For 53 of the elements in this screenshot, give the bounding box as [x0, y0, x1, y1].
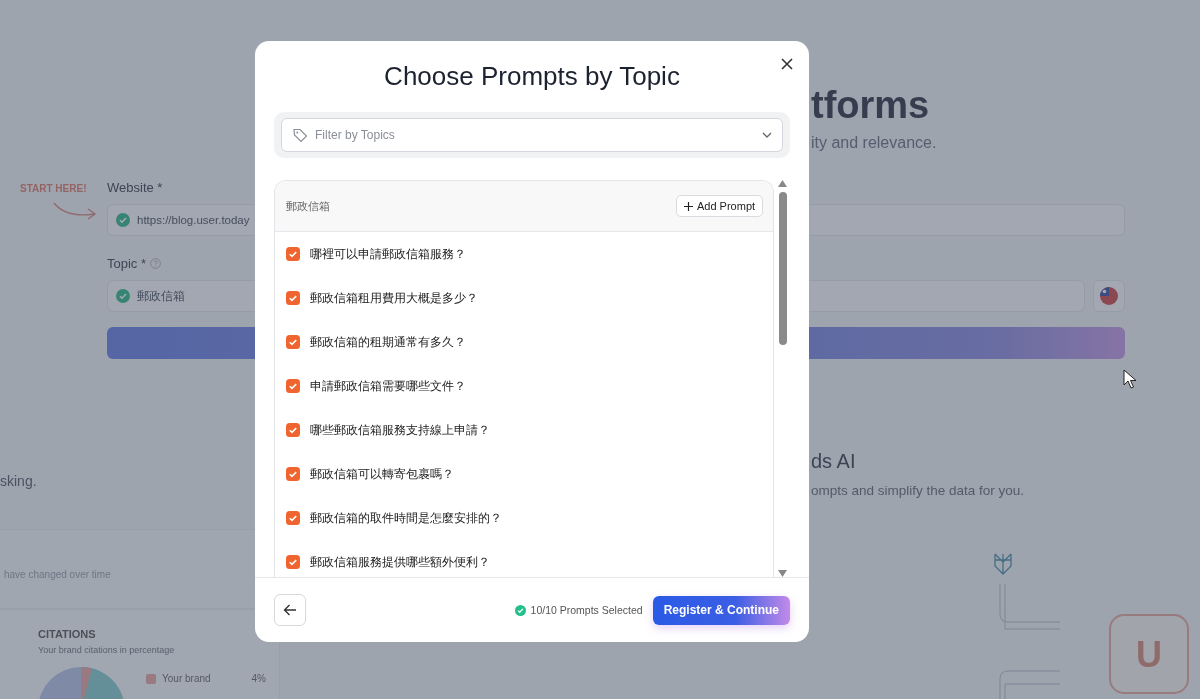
- curved-arrow-icon: [52, 200, 98, 222]
- field-label: Website *: [107, 180, 163, 195]
- section-heading: ds AI: [811, 449, 857, 473]
- prompt-text: 郵政信箱可以轉寄包裹嗎？: [310, 465, 454, 483]
- prompt-text: 哪些郵政信箱服務支持線上申請？: [310, 421, 490, 439]
- checkbox[interactable]: [286, 555, 300, 569]
- pointer-cursor-icon: [1123, 369, 1137, 389]
- tag-icon: [292, 127, 309, 144]
- language-button[interactable]: [1093, 280, 1125, 312]
- legend-value: 4%: [251, 673, 266, 684]
- topic-filter-dropdown[interactable]: Filter by Topics: [281, 118, 783, 152]
- section-text: sking.: [0, 473, 37, 489]
- page-subtitle: ity and relevance.: [811, 134, 937, 152]
- check-icon: [514, 604, 526, 616]
- section-subtitle: ompts and simplify the data for you.: [811, 483, 1025, 498]
- checkbox[interactable]: [286, 335, 300, 349]
- register-continue-button[interactable]: Register & Continue: [652, 595, 790, 625]
- checkbox[interactable]: [286, 511, 300, 525]
- selection-count: 10/10 Prompts Selected: [530, 604, 643, 616]
- group-title: 郵政信箱: [286, 198, 330, 214]
- help-icon: [150, 258, 162, 269]
- field-value: 郵政信箱: [137, 288, 185, 304]
- dialog-title: Choose Prompts by Topic: [384, 60, 680, 93]
- checkbox[interactable]: [286, 467, 300, 481]
- checkbox[interactable]: [286, 247, 300, 261]
- logo-icon: U: [1109, 614, 1189, 694]
- flag-icon: [1100, 287, 1118, 305]
- card-title: CITATIONS: [38, 628, 96, 640]
- prompt-text: 哪裡可以申請郵政信箱服務？: [310, 245, 466, 263]
- checkbox[interactable]: [286, 423, 300, 437]
- website-field[interactable]: https://blog.user.today: [107, 204, 255, 236]
- app-icon: [994, 553, 1012, 575]
- scroll-up-icon[interactable]: [778, 180, 788, 187]
- back-button[interactable]: [274, 594, 306, 626]
- field-label: Topic *: [107, 256, 147, 271]
- start-hint: START HERE!: [20, 183, 87, 194]
- prompt-text: 郵政信箱的租期通常有多久？: [310, 333, 466, 351]
- scroll-down-icon[interactable]: [778, 570, 788, 577]
- topic-field[interactable]: 郵政信箱: [107, 280, 255, 312]
- checkbox[interactable]: [286, 379, 300, 393]
- page-heading: tforms: [811, 84, 930, 126]
- checkbox[interactable]: [286, 291, 300, 305]
- prompt-text: 郵政信箱租用費用大概是多少？: [310, 289, 478, 307]
- prompt-text: 郵政信箱服務提供哪些額外便利？: [310, 553, 490, 571]
- field-value: https://blog.user.today: [137, 214, 250, 226]
- prompt-text: 郵政信箱的取件時間是怎麼安排的？: [310, 509, 502, 527]
- legend-swatch: [146, 673, 156, 684]
- back-arrow-icon: [283, 603, 297, 617]
- plus-icon: [683, 201, 693, 211]
- scrollbar-thumb[interactable]: [778, 192, 787, 345]
- add-prompt-button[interactable]: Add Prompt: [675, 195, 764, 217]
- legend-label: Your brand: [162, 673, 211, 684]
- prompt-text: 申請郵政信箱需要哪些文件？: [310, 377, 466, 395]
